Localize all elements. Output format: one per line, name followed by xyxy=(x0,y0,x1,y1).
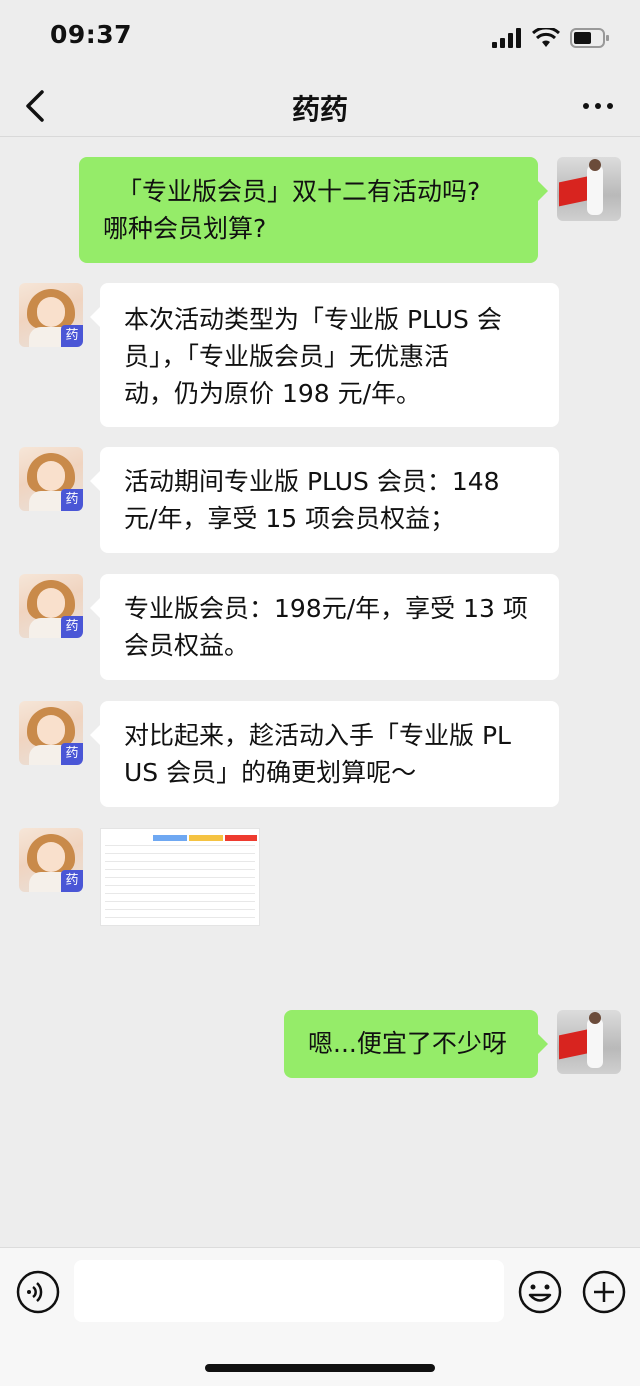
bot-avatar[interactable]: 药 xyxy=(19,283,83,347)
more-icon[interactable] xyxy=(582,94,614,118)
user-avatar[interactable] xyxy=(557,157,621,221)
status-time: 09:37 xyxy=(50,20,133,49)
bot-avatar[interactable]: 药 xyxy=(19,447,83,511)
message-line: 员」，「专业版会员」无优惠活 xyxy=(124,342,450,371)
message-line: 元/年，享受 15 项会员权益； xyxy=(124,504,456,533)
status-bar: 09:37 xyxy=(0,0,640,76)
message-line: 本次活动类型为「专业版 PLUS 会 xyxy=(124,305,502,334)
message-line: 动，仍为原价 198 元/年。 xyxy=(124,379,422,408)
bot-avatar[interactable]: 药 xyxy=(19,574,83,638)
message-line: 活动期间专业版 PLUS 会员：148 xyxy=(124,467,500,496)
home-indicator xyxy=(205,1364,435,1372)
message-input[interactable] xyxy=(74,1260,504,1322)
avatar-badge: 药 xyxy=(61,325,83,347)
chat-title: 药药 xyxy=(291,93,348,126)
message-bubble-received[interactable]: 对比起来，趁活动入手「专业版 PL US 会员」的确更划算呢～ xyxy=(90,701,559,807)
message-bubble-received[interactable]: 本次活动类型为「专业版 PLUS 会 员」，「专业版会员」无优惠活 动，仍为原价… xyxy=(90,283,559,427)
avatar-badge: 药 xyxy=(61,870,83,892)
avatar-badge: 药 xyxy=(61,489,83,511)
message-bubble-received[interactable]: 活动期间专业版 PLUS 会员：148 元/年，享受 15 项会员权益； xyxy=(90,447,559,553)
avatar-badge: 药 xyxy=(61,616,83,638)
bot-avatar[interactable]: 药 xyxy=(19,828,83,892)
status-icons xyxy=(492,26,610,50)
nav-bar: 药药 xyxy=(0,76,640,136)
battery-icon xyxy=(570,28,609,48)
signal-icon xyxy=(492,28,521,48)
nav-divider xyxy=(0,136,640,137)
membership-comparison-table-image[interactable] xyxy=(100,828,260,926)
message-bubble-sent[interactable]: 嗯...便宜了不少呀 xyxy=(284,1010,548,1078)
avatar-badge: 药 xyxy=(61,743,83,765)
input-bar xyxy=(0,1247,640,1386)
message-line: 「专业版会员」双十二有活动吗? xyxy=(117,177,481,206)
wifi-icon xyxy=(532,28,560,47)
message-line: 专业版会员：198元/年，享受 13 项 xyxy=(124,594,528,623)
message-line: 对比起来，趁活动入手「专业版 PL xyxy=(124,721,511,750)
voice-icon[interactable] xyxy=(16,1270,60,1314)
message-bubble-received[interactable]: 专业版会员：198元/年，享受 13 项 会员权益。 xyxy=(90,574,559,680)
bot-avatar[interactable]: 药 xyxy=(19,701,83,765)
message-line: 嗯...便宜了不少呀 xyxy=(308,1029,507,1058)
emoji-icon[interactable] xyxy=(518,1270,562,1314)
plus-icon[interactable] xyxy=(582,1270,626,1314)
message-line: 哪种会员划算? xyxy=(103,214,267,243)
message-line: 会员权益。 xyxy=(124,631,250,660)
message-line: US 会员」的确更划算呢～ xyxy=(124,758,417,787)
user-avatar[interactable] xyxy=(557,1010,621,1074)
message-bubble-sent[interactable]: 「专业版会员」双十二有活动吗? 哪种会员划算? xyxy=(79,157,548,263)
